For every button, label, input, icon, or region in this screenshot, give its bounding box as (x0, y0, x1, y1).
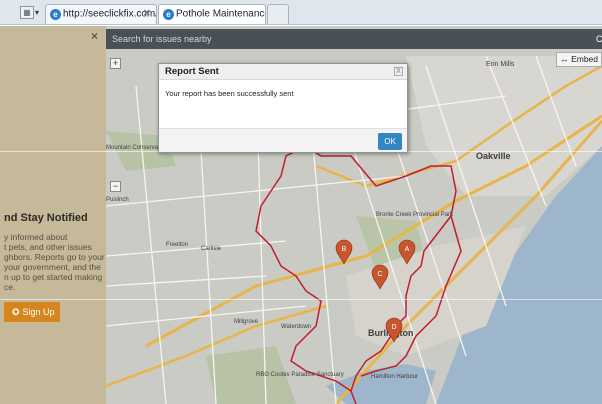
sign-up-label: Sign Up (22, 307, 55, 317)
close-icon[interactable]: ✕ (143, 8, 151, 19)
panel-text-line: t pets, and other issues (4, 242, 92, 252)
zoom-out-button[interactable]: − (110, 181, 121, 192)
sign-up-button[interactable]: ✪ Sign Up (4, 302, 60, 322)
place-label: Oakville (476, 151, 511, 161)
ie-icon: e (163, 8, 174, 20)
tab-title-text: Pothole Maintenance (176, 8, 266, 20)
tab-pothole-maintenance[interactable]: e Pothole Maintenance (158, 4, 266, 24)
search-placeholder: Search for issues nearby (112, 34, 212, 44)
report-sent-dialog: Report Sent X Your report has been succe… (158, 63, 408, 153)
panel-text-line: ghbors. Reports go to your (4, 252, 105, 262)
ok-button[interactable]: OK (378, 133, 402, 150)
panel-text-line: y informed about (4, 232, 68, 242)
place-label: RBG Cootes Paradise Sanctuary (256, 372, 344, 378)
dialog-title: Report Sent (165, 66, 219, 77)
search-icon[interactable]: C (596, 29, 602, 49)
tab-dropdown-icon[interactable]: ▾ (35, 8, 39, 17)
place-label: Bronte Creek Provincial Park (376, 212, 454, 218)
place-label: Waterdown (281, 324, 311, 330)
panel-text-line: n up to get started making (4, 272, 103, 282)
panel-close-icon[interactable]: × (91, 29, 98, 43)
overlay-divider (0, 299, 602, 300)
place-label: Freelton (166, 242, 188, 248)
place-label: Puslinch (106, 197, 129, 203)
dialog-footer: OK (159, 128, 407, 152)
zoom-in-button[interactable]: + (110, 58, 121, 69)
dialog-message: Your report has been successfully sent (165, 89, 294, 98)
place-label: Hamilton Harbour (371, 374, 418, 380)
tab-grid-button[interactable]: ▦ (20, 6, 34, 19)
gear-icon: ✪ (12, 307, 20, 317)
left-panel: × nd Stay Notified y informed about t pe… (0, 26, 106, 404)
close-icon[interactable]: X (394, 67, 403, 76)
new-tab-button[interactable] (267, 4, 289, 24)
place-label: Millgrove (234, 319, 259, 325)
dialog-header: Report Sent X (159, 64, 407, 80)
panel-text-line: your government, and the (4, 262, 101, 272)
browser-chrome: ▦ ▾ e http://seeclickfix.com/... ✕ e Potho… (0, 0, 602, 25)
place-label: Carlisle (201, 246, 222, 252)
panel-text-line: ce. (4, 282, 16, 292)
ie-icon: e (50, 8, 61, 20)
embed-button[interactable]: ↔ Embed (556, 52, 602, 67)
tab-seeclickfix[interactable]: e http://seeclickfix.com/... ✕ (45, 4, 157, 24)
panel-description: y informed about t pets, and other issue… (4, 232, 106, 292)
place-label: Erin Mills (486, 61, 515, 68)
place-label: Burlington (368, 328, 414, 338)
panel-title: nd Stay Notified (4, 212, 88, 224)
search-input[interactable]: Search for issues nearby C (106, 29, 602, 49)
